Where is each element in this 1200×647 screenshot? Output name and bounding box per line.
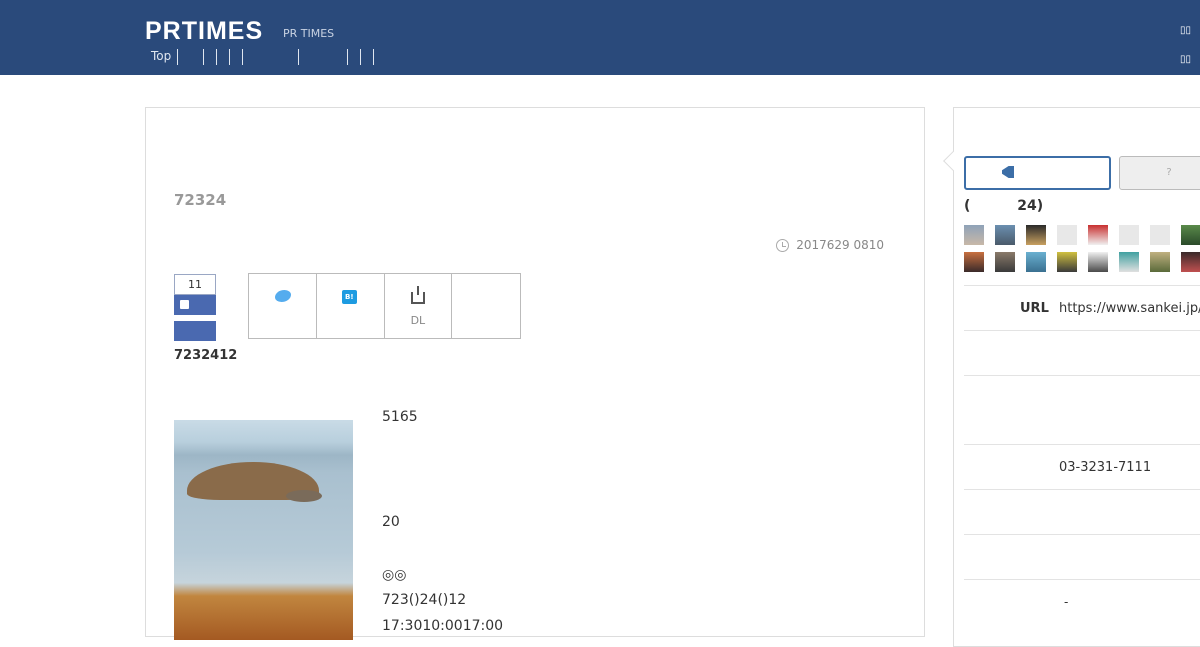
like-count: 11 — [174, 274, 216, 295]
hatena-bookmark-icon: B! — [341, 290, 357, 304]
header-nav: Top — [145, 49, 375, 65]
nav-item[interactable] — [299, 49, 349, 65]
hatena-bookmark-button[interactable]: B! — [317, 274, 385, 338]
url-label: URL — [1020, 301, 1049, 316]
nav-item-top[interactable]: Top — [145, 49, 179, 65]
island-shape-small — [286, 490, 322, 502]
divider — [964, 579, 1200, 580]
avatar[interactable] — [1150, 252, 1170, 272]
twitter-icon — [275, 290, 291, 302]
megaphone-icon — [1002, 166, 1014, 178]
avatar[interactable] — [1181, 225, 1200, 245]
release-date: 2017629 0810 — [776, 238, 884, 252]
lake-photo[interactable] — [174, 420, 353, 640]
release-date-text: 2017629 0810 — [796, 238, 884, 252]
site-header: PRTIMES PR TIMES Top ▯▯ ▯▯ — [0, 0, 1200, 75]
followers-count: ( 24) — [964, 198, 1043, 214]
prtimes-logo[interactable]: PRTIMES — [145, 17, 263, 46]
share-bar: B! DL — [248, 273, 521, 339]
twitter-share-button[interactable] — [249, 274, 317, 338]
release-main: 72324 2017629 0810 11 B! DL 7232412 5165… — [145, 107, 925, 640]
followers-number: 24) — [1017, 198, 1044, 214]
nav-item[interactable] — [178, 49, 205, 65]
avatar[interactable] — [1181, 252, 1200, 272]
download-label: DL — [410, 314, 426, 327]
followers-label: ( — [964, 198, 971, 214]
company-phone: 03-3231-7111 — [1059, 460, 1152, 475]
avatar[interactable] — [1150, 225, 1170, 245]
nav-item[interactable] — [204, 49, 218, 65]
release-company-title[interactable]: 72324 — [174, 191, 226, 209]
body-line: 5165 — [382, 409, 418, 425]
avatar[interactable] — [1119, 225, 1139, 245]
share-more-button[interactable] — [452, 274, 520, 338]
avatar[interactable] — [964, 225, 984, 245]
company-code: 7232412 — [174, 348, 238, 363]
avatar[interactable] — [995, 252, 1015, 272]
avatar[interactable] — [1119, 252, 1139, 272]
download-button[interactable]: DL — [385, 274, 453, 338]
logo-subtitle: PR TIMES — [283, 27, 335, 40]
body-line: 723()24()12 — [382, 592, 467, 608]
divider — [964, 534, 1200, 535]
header-menu-icon[interactable]: ▯▯ — [1180, 25, 1200, 37]
header-login-icon[interactable]: ▯▯ — [1180, 54, 1200, 66]
avatar[interactable] — [1088, 252, 1108, 272]
like-button[interactable] — [174, 295, 216, 315]
download-icon — [410, 286, 425, 304]
divider — [964, 489, 1200, 490]
facebook-share-button[interactable] — [174, 321, 216, 341]
body-line: 20 — [382, 514, 400, 530]
avatar[interactable] — [1088, 225, 1108, 245]
nav-item[interactable] — [217, 49, 231, 65]
nav-item[interactable] — [348, 49, 362, 65]
divider — [964, 330, 1200, 331]
company-field-value: - — [1064, 595, 1069, 609]
avatar[interactable] — [1026, 225, 1046, 245]
nav-item[interactable] — [230, 49, 244, 65]
clock-icon — [776, 238, 790, 252]
sidebar-pointer — [943, 151, 963, 171]
avatar[interactable] — [1057, 252, 1077, 272]
divider — [964, 285, 1200, 286]
avatar[interactable] — [1026, 252, 1046, 272]
nav-item[interactable] — [243, 49, 300, 65]
divider — [964, 375, 1200, 376]
nav-item[interactable] — [361, 49, 375, 65]
follow-button[interactable] — [964, 156, 1111, 190]
like-widget: 11 — [174, 274, 216, 341]
avatar[interactable] — [995, 225, 1015, 245]
avatar[interactable] — [964, 252, 984, 272]
avatar[interactable] — [1057, 225, 1077, 245]
company-sidebar: ? ( 24) URL https://www.sankei.jp/ 03-32… — [943, 107, 1200, 647]
help-button[interactable]: ? — [1119, 156, 1200, 190]
company-url-link[interactable]: https://www.sankei.jp/ — [1059, 301, 1200, 316]
body-line: ◎◎ — [382, 567, 407, 583]
divider — [964, 444, 1200, 445]
body-line: 17:3010:0017:00 — [382, 618, 504, 634]
